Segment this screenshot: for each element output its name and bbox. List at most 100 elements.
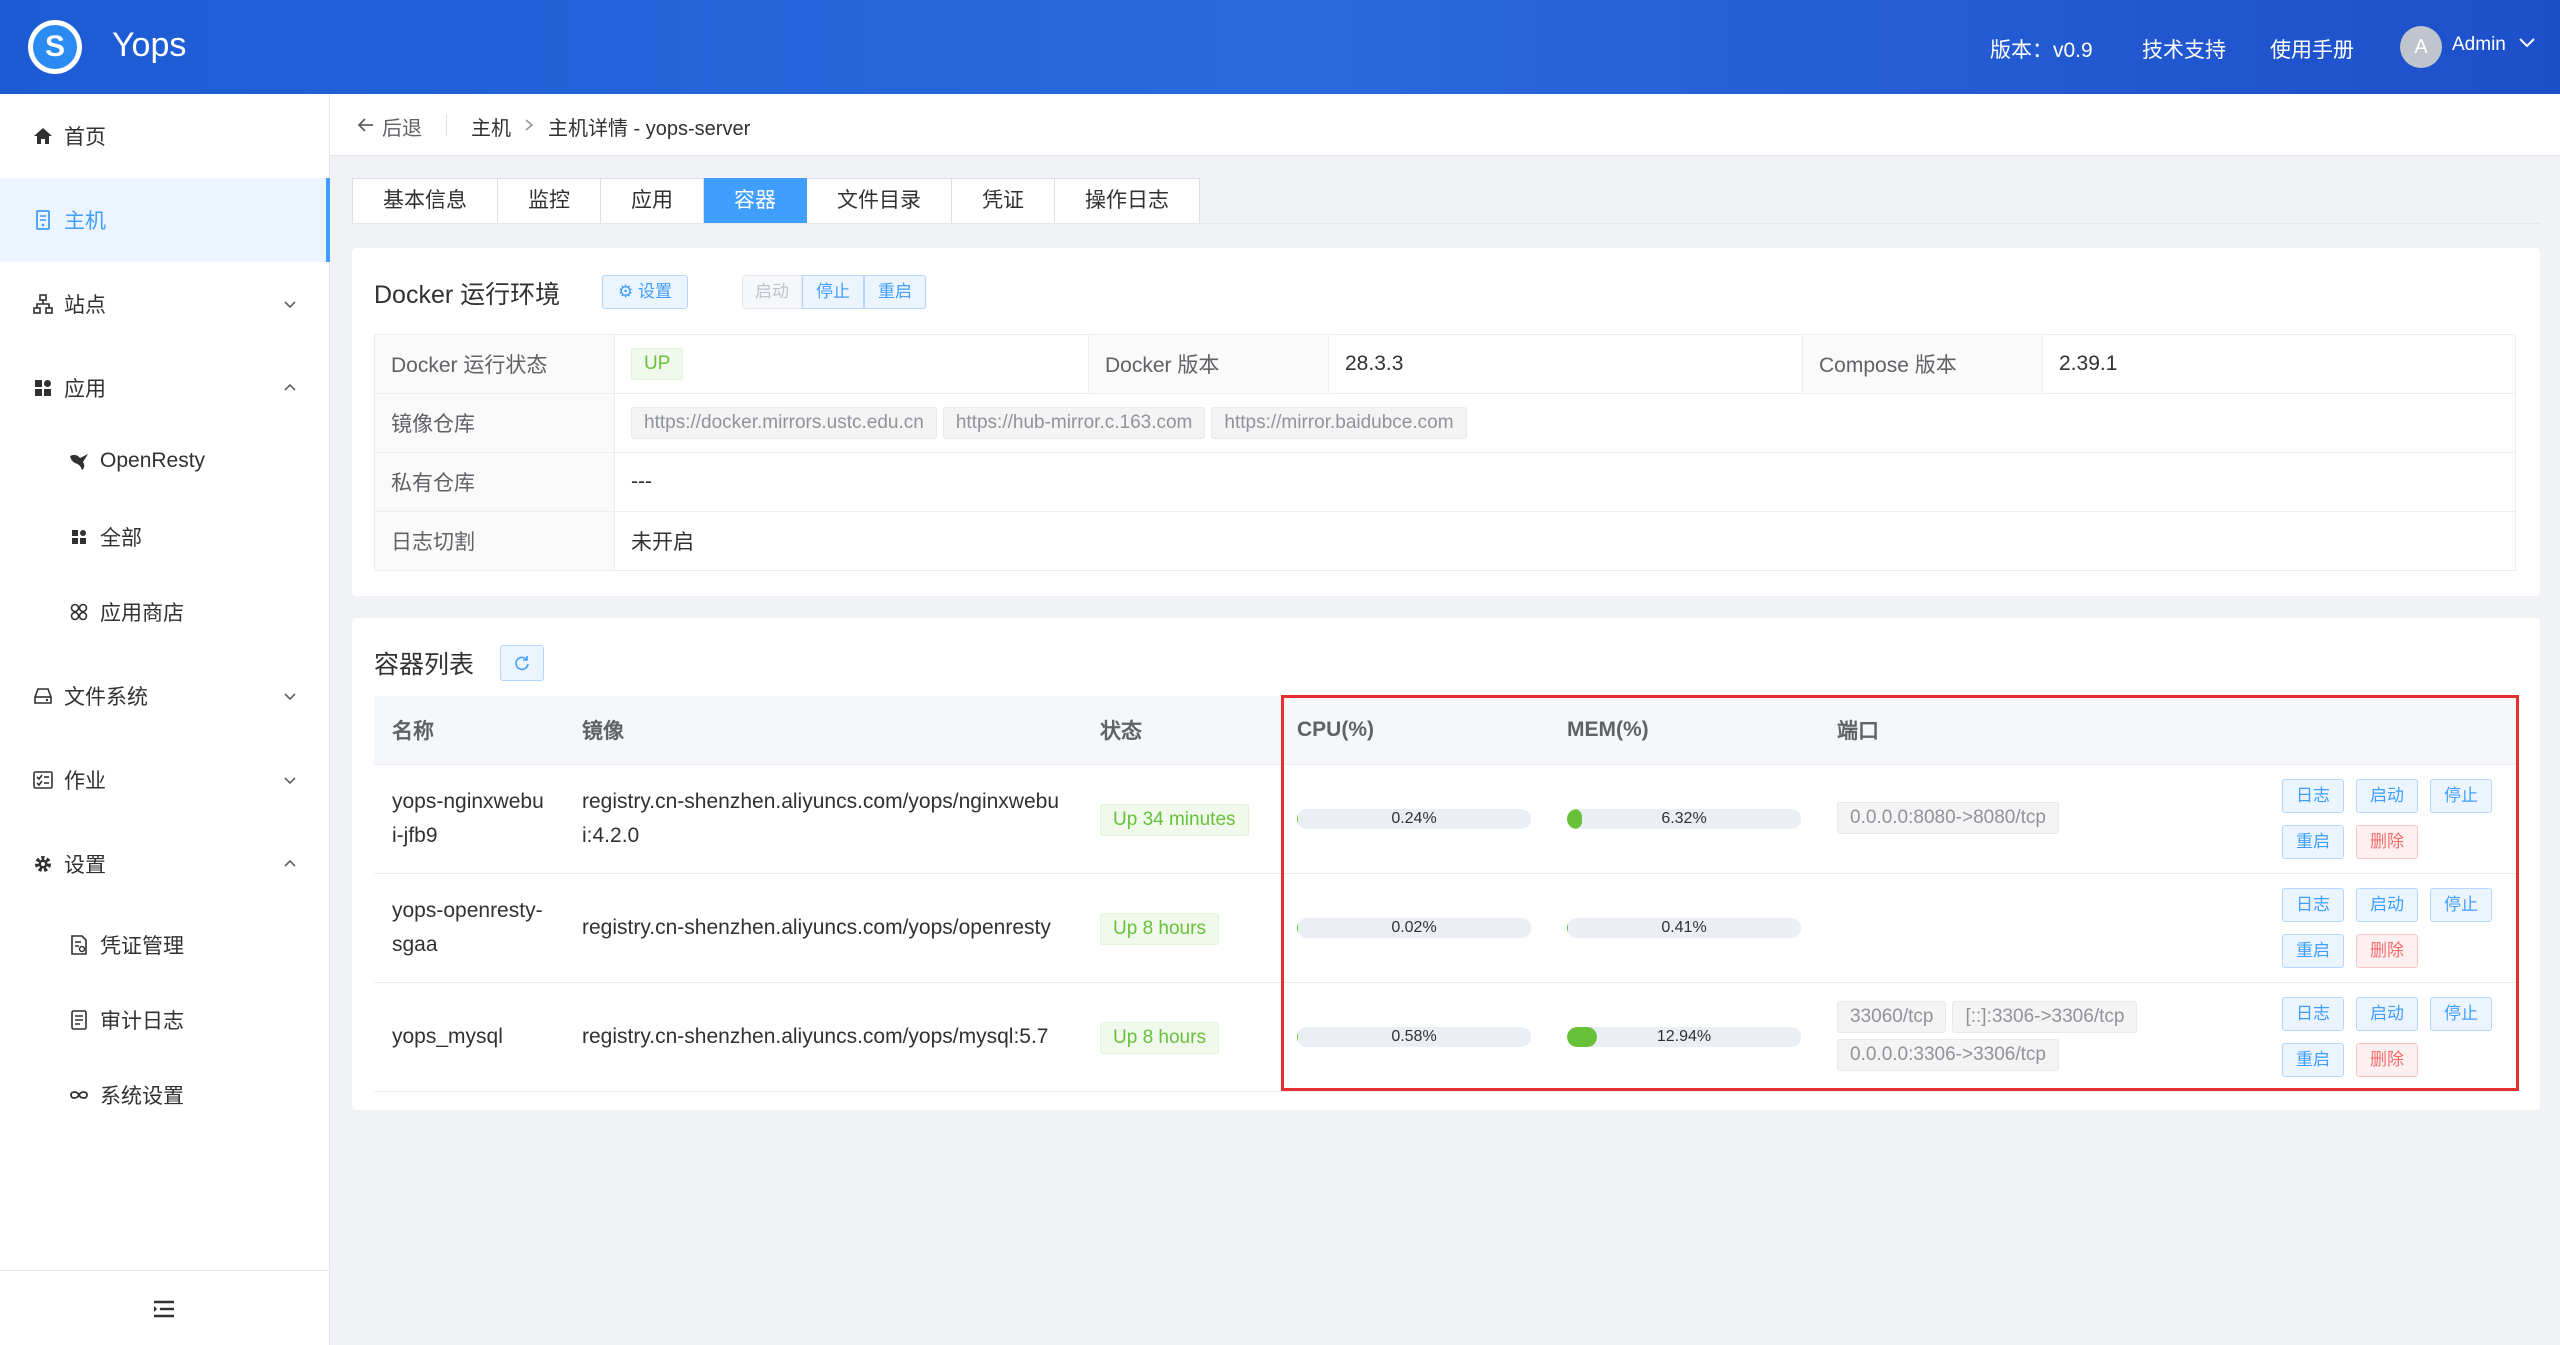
sidebar-item-site[interactable]: 站点 (0, 262, 330, 346)
container-image: registry.cn-shenzhen.aliyuncs.com/yops/o… (564, 873, 1082, 983)
ports-cell (1819, 873, 2264, 983)
status-badge: UP (631, 348, 684, 380)
cpu-progress: 0.02% (1297, 917, 1531, 938)
user-menu[interactable]: Admin (2452, 34, 2506, 56)
restart-button[interactable]: 重启 (2282, 933, 2344, 968)
logo-s-icon: S (33, 25, 77, 69)
row-actions: 日志 启动 停止 重启 删除 (2282, 996, 2498, 1077)
container-name: yops_mysql (374, 982, 564, 1092)
mem-progress-text: 6.32% (1661, 809, 1707, 827)
sidebar-item-system-settings[interactable]: 系统设置 (0, 1060, 330, 1130)
sidebar-item-label: 作业 (64, 770, 106, 793)
chevron-up-icon (284, 859, 296, 867)
mirror-label: 镜像仓库 (374, 393, 615, 453)
cpu-progress: 0.24% (1297, 808, 1531, 829)
port-tag: [::]:3306->3306/tcp (1952, 1000, 2138, 1033)
docker-stop-button[interactable]: 停止 (802, 275, 864, 309)
docker-env-descriptions: Docker 运行状态 UP Docker 版本 28.3.3 Compose … (374, 334, 2516, 571)
stop-button[interactable]: 停止 (2430, 778, 2492, 813)
breadcrumb-detail: 主机详情 - yops-server (548, 118, 751, 140)
restart-button[interactable]: 重启 (2282, 824, 2344, 859)
port-tag: 33060/tcp (1837, 1000, 1947, 1033)
tab-operation-log[interactable]: 操作日志 (1055, 178, 1200, 224)
chevron-right-icon (525, 119, 534, 131)
menu-fold-icon[interactable] (152, 1299, 176, 1319)
start-button[interactable]: 启动 (2356, 887, 2418, 922)
sidebar-item-settings[interactable]: 设置 (0, 822, 330, 906)
start-button[interactable]: 启动 (2356, 778, 2418, 813)
back-link[interactable]: 后退 (382, 112, 422, 141)
arrow-left-icon[interactable] (356, 115, 376, 135)
log-rotation-label: 日志切割 (374, 511, 615, 571)
status-badge: Up 34 minutes (1100, 803, 1249, 836)
tabs-underline (352, 223, 2540, 224)
top-header: S Yops 版本：v0.9 技术支持 使用手册 A Admin (0, 0, 2560, 94)
col-name: 名称 (374, 696, 564, 765)
chevron-down-icon (284, 693, 296, 701)
sidebar-item-openresty[interactable]: OpenResty (0, 426, 330, 496)
mirror-tag: https://docker.mirrors.ustc.edu.cn (631, 407, 937, 439)
docker-version-label: Docker 版本 (1088, 334, 1329, 394)
sidebar-item-label: 应用商店 (100, 602, 184, 625)
tab-apps[interactable]: 应用 (601, 178, 704, 224)
docker-restart-button[interactable]: 重启 (864, 275, 926, 309)
docker-settings-button[interactable]: ⚙ 设置 (602, 275, 688, 309)
restart-button[interactable]: 重启 (2282, 1042, 2344, 1077)
docker-start-button[interactable]: 启动 (742, 275, 802, 309)
docker-env-title: Docker 运行环境 (374, 281, 561, 309)
sidebar: 首页 主机 站点 应用 OpenResty 全部 应用商店 文件系统 作业 设置 (0, 94, 330, 1345)
col-image: 镜像 (564, 696, 1082, 765)
tab-monitor[interactable]: 监控 (498, 178, 601, 224)
sidebar-item-app-store[interactable]: 应用商店 (0, 577, 330, 647)
sidebar-item-job[interactable]: 作业 (0, 738, 330, 822)
port-tag: 0.0.0.0:8080->8080/tcp (1837, 801, 2059, 834)
document-check-icon (71, 935, 87, 955)
stop-button[interactable]: 停止 (2430, 996, 2492, 1031)
sidebar-item-credentials[interactable]: 凭证管理 (0, 910, 330, 980)
compose-version-label: Compose 版本 (1802, 334, 2043, 394)
tab-containers[interactable]: 容器 (704, 178, 807, 224)
table-row: yops-nginxwebui-jfb9 registry.cn-shenzhe… (374, 764, 2516, 874)
breadcrumb-host[interactable]: 主机 (471, 112, 511, 141)
cpu-progress-text: 0.24% (1391, 809, 1437, 827)
sidebar-item-all-apps[interactable]: 全部 (0, 502, 330, 572)
sidebar-item-app[interactable]: 应用 (0, 346, 330, 430)
log-button[interactable]: 日志 (2282, 778, 2344, 813)
log-button[interactable]: 日志 (2282, 887, 2344, 922)
tab-file-directory[interactable]: 文件目录 (807, 178, 952, 224)
tab-credentials[interactable]: 凭证 (952, 178, 1055, 224)
chevron-down-icon[interactable] (2518, 33, 2536, 51)
manual-link[interactable]: 使用手册 (2270, 34, 2354, 64)
container-name: yops-openresty-sgaa (374, 873, 564, 983)
chevron-down-icon (284, 777, 296, 785)
container-name: yops-nginxwebui-jfb9 (374, 764, 564, 874)
log-button[interactable]: 日志 (2282, 996, 2344, 1031)
avatar[interactable]: A (2400, 26, 2442, 68)
sidebar-item-filesystem[interactable]: 文件系统 (0, 654, 330, 738)
status-label: Docker 运行状态 (374, 334, 615, 394)
row-actions: 日志 启动 停止 重启 删除 (2282, 778, 2498, 859)
table-row: yops-openresty-sgaa registry.cn-shenzhen… (374, 873, 2516, 983)
sidebar-item-audit-log[interactable]: 审计日志 (0, 985, 330, 1055)
sitemap-icon (33, 294, 53, 314)
compose-version-value: 2.39.1 (2042, 334, 2516, 394)
sidebar-item-host[interactable]: 主机 (0, 178, 330, 262)
stop-button[interactable]: 停止 (2430, 887, 2492, 922)
sidebar-item-label: 主机 (64, 210, 106, 233)
start-button[interactable]: 启动 (2356, 996, 2418, 1031)
refresh-button[interactable] (500, 645, 544, 681)
cpu-progress-text: 0.58% (1391, 1027, 1437, 1045)
tab-basic-info[interactable]: 基本信息 (352, 178, 498, 224)
delete-button[interactable]: 删除 (2356, 933, 2418, 968)
container-table: 名称 镜像 状态 CPU(%) MEM(%) 端口 yops-nginxwebu… (374, 696, 2516, 1092)
delete-button[interactable]: 删除 (2356, 1042, 2418, 1077)
delete-button[interactable]: 删除 (2356, 824, 2418, 859)
support-link[interactable]: 技术支持 (2142, 34, 2226, 64)
sidebar-item-label: 应用 (64, 378, 106, 401)
container-image: registry.cn-shenzhen.aliyuncs.com/yops/n… (564, 764, 1082, 874)
status-badge: Up 8 hours (1100, 1021, 1219, 1054)
server-icon (36, 210, 50, 230)
col-ports: 端口 (1819, 696, 2264, 765)
yops-logo[interactable]: S (28, 20, 82, 74)
sidebar-item-home[interactable]: 首页 (0, 94, 330, 178)
